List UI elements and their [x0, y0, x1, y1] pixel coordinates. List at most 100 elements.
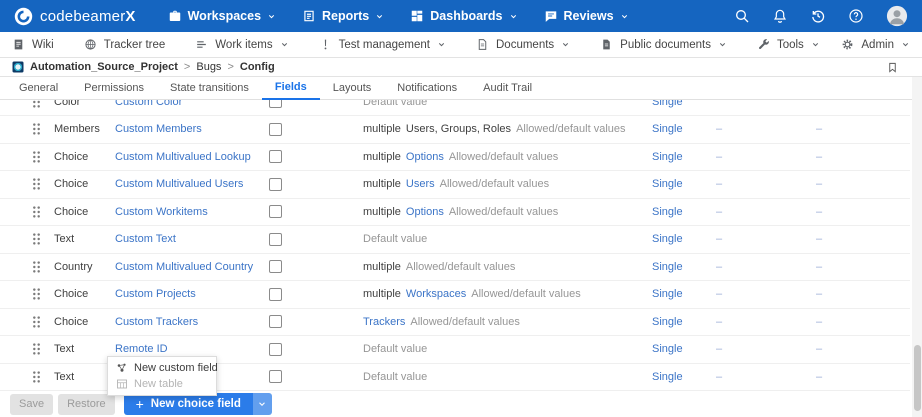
field-checkbox[interactable]: [269, 123, 282, 136]
help-icon[interactable]: [848, 8, 864, 24]
app-root: codebeamerX Workspaces Reports Dashboard…: [0, 0, 922, 417]
restore-button[interactable]: Restore: [58, 394, 115, 415]
drag-handle-icon[interactable]: [31, 100, 42, 109]
breadcrumb-section[interactable]: Bugs: [196, 61, 221, 73]
notifications-icon[interactable]: [772, 8, 788, 24]
topbar-actions: [734, 5, 908, 27]
field-name-link[interactable]: Custom Color: [115, 100, 264, 108]
new-choice-field-caret[interactable]: [253, 393, 272, 415]
wiki-icon: [12, 38, 25, 51]
field-name-link[interactable]: Custom Multivalued Lookup: [115, 151, 264, 163]
toolbar-item-public-documents[interactable]: Public documents: [600, 38, 727, 51]
scrollbar-thumb[interactable]: [914, 345, 921, 411]
tab-state-transitions[interactable]: State transitions: [157, 78, 262, 99]
field-checkbox[interactable]: [269, 343, 282, 356]
toolbar-item-admin[interactable]: Admin: [841, 38, 910, 51]
field-single-link[interactable]: Single: [652, 206, 683, 218]
toolbar-item-work-items[interactable]: Work items: [195, 38, 288, 51]
new-choice-field-button[interactable]: + New choice field: [124, 393, 272, 415]
field-single-link[interactable]: Single: [652, 261, 683, 273]
field-name-link[interactable]: Remote ID: [115, 343, 264, 355]
field-name-link[interactable]: Custom Projects: [115, 288, 264, 300]
field-type: Country: [54, 261, 115, 273]
field-single-link[interactable]: Single: [652, 151, 683, 163]
drag-handle-icon[interactable]: [31, 122, 42, 136]
field-name-link[interactable]: Custom Multivalued Country: [115, 261, 264, 273]
value-text: multiple: [363, 206, 401, 218]
breadcrumb-project[interactable]: Automation_Source_Project: [30, 61, 178, 73]
field-checkbox[interactable]: [269, 150, 282, 163]
avatar-icon[interactable]: [886, 5, 908, 27]
breadcrumb: Automation_Source_Project > Bugs > Confi…: [0, 58, 922, 77]
briefcase-icon: [168, 9, 182, 23]
value-link[interactable]: Options: [406, 206, 444, 218]
app-logo[interactable]: codebeamerX: [14, 7, 136, 26]
field-single-link[interactable]: Single: [652, 178, 683, 190]
field-single-link[interactable]: Single: [652, 288, 683, 300]
field-checkbox[interactable]: [269, 233, 282, 246]
drag-handle-icon[interactable]: [31, 342, 42, 356]
toolbar-item-documents[interactable]: Documents: [476, 38, 570, 51]
field-checkbox[interactable]: [269, 100, 282, 108]
value-link[interactable]: Trackers: [363, 316, 405, 328]
field-checkbox[interactable]: [269, 315, 282, 328]
field-single-link[interactable]: Single: [652, 123, 683, 135]
tab-notifications[interactable]: Notifications: [384, 78, 470, 99]
field-name-link[interactable]: Custom Trackers: [115, 316, 264, 328]
toolbar-item-tools[interactable]: Tools: [757, 38, 820, 51]
field-single-link[interactable]: Single: [652, 233, 683, 245]
value-link[interactable]: Users: [406, 178, 435, 190]
topnav-item-reports[interactable]: Reports: [302, 9, 384, 23]
chevron-down-icon: [280, 40, 289, 49]
field-type: Members: [54, 123, 115, 135]
new-choice-field-main[interactable]: + New choice field: [124, 393, 253, 415]
toolbar-item-test-management[interactable]: Test management: [319, 38, 446, 51]
field-checkbox[interactable]: [269, 370, 282, 383]
field-single-link[interactable]: Single: [652, 100, 683, 108]
table-row: Color Custom Color Default value Single: [0, 100, 910, 116]
topnav-item-dashboards[interactable]: Dashboards: [410, 9, 517, 23]
drag-handle-icon[interactable]: [31, 370, 42, 384]
drag-handle-icon[interactable]: [31, 205, 42, 219]
field-checkbox[interactable]: [269, 178, 282, 191]
tab-audit-trail[interactable]: Audit Trail: [470, 78, 545, 99]
tab-general[interactable]: General: [6, 78, 71, 99]
tab-permissions[interactable]: Permissions: [71, 78, 157, 99]
field-type: Choice: [54, 288, 115, 300]
vertical-scrollbar[interactable]: [912, 77, 922, 417]
toolbar-item-tracker-tree[interactable]: Tracker tree: [84, 38, 166, 51]
drag-handle-icon[interactable]: [31, 287, 42, 301]
topnav-item-reviews[interactable]: Reviews: [544, 9, 629, 23]
drag-handle-icon[interactable]: [31, 260, 42, 274]
bookmark-icon[interactable]: [887, 61, 898, 74]
value-link[interactable]: Workspaces: [406, 288, 466, 300]
field-checkbox[interactable]: [269, 205, 282, 218]
tab-layouts[interactable]: Layouts: [320, 78, 385, 99]
tab-fields[interactable]: Fields: [262, 77, 320, 100]
field-name-link[interactable]: Custom Multivalued Users: [115, 178, 264, 190]
field-type: Choice: [54, 151, 115, 163]
field-single-link[interactable]: Single: [652, 371, 683, 383]
toolbar-item-wiki[interactable]: Wiki: [12, 38, 54, 51]
menu-item-new-custom-field[interactable]: New custom field: [108, 360, 216, 376]
field-checkbox[interactable]: [269, 288, 282, 301]
field-name-link[interactable]: Custom Text: [115, 233, 264, 245]
save-button[interactable]: Save: [10, 394, 53, 415]
history-icon[interactable]: [810, 8, 826, 24]
drag-handle-icon[interactable]: [31, 150, 42, 164]
field-single-link[interactable]: Single: [652, 316, 683, 328]
toolbar-item-label: Public documents: [620, 39, 711, 51]
value-text: Allowed/default values: [449, 206, 558, 218]
project-icon: [12, 61, 24, 73]
field-name-link[interactable]: Custom Workitems: [115, 206, 264, 218]
drag-handle-icon[interactable]: [31, 232, 42, 246]
field-value: multipleUsers, Groups, RolesAllowed/defa…: [363, 123, 626, 135]
field-checkbox[interactable]: [269, 260, 282, 273]
field-single-link[interactable]: Single: [652, 343, 683, 355]
value-link[interactable]: Options: [406, 151, 444, 163]
drag-handle-icon[interactable]: [31, 177, 42, 191]
drag-handle-icon[interactable]: [31, 315, 42, 329]
topnav-item-workspaces[interactable]: Workspaces: [168, 9, 276, 23]
search-icon[interactable]: [734, 8, 750, 24]
field-name-link[interactable]: Custom Members: [115, 123, 264, 135]
